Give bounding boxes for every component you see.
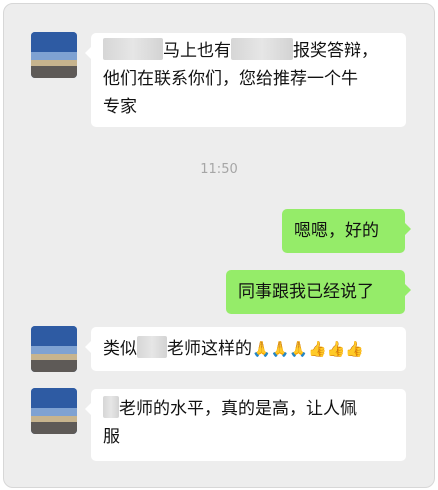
message-bubble-1[interactable]: 马上也有 报奖答辩， 他们在联系你们，您给推荐一个牛 专家 [85, 33, 406, 127]
contact-avatar[interactable] [31, 388, 77, 434]
message-text: 报奖答辩， [293, 41, 378, 61]
emoji-sequence: 🙏🙏🙏👍👍👍 [252, 340, 365, 358]
avatar-image [31, 32, 77, 78]
contact-avatar[interactable] [31, 32, 77, 78]
message-bubble-2[interactable]: 嗯嗯，好的 [282, 209, 411, 253]
chat-window: 马上也有 报奖答辩， 他们在联系你们，您给推荐一个牛 专家 11:50 嗯嗯，好的… [3, 3, 435, 488]
redacted-text [137, 336, 167, 358]
redacted-text [103, 396, 119, 418]
avatar-image [31, 388, 77, 434]
message-bubble-4[interactable]: 类似 老师这样的🙏🙏🙏👍👍👍 [85, 327, 406, 371]
contact-avatar[interactable] [31, 326, 77, 372]
message-bubble-3[interactable]: 同事跟我已经说了 [226, 270, 411, 314]
message-text: 类似 [103, 339, 137, 359]
message-text: 老师这样的 [167, 339, 252, 359]
timestamp: 11:50 [200, 162, 238, 177]
avatar-image [31, 326, 77, 372]
message-text: 同事跟我已经说了 [238, 282, 374, 302]
message-text: 他们在联系你们，您给推荐一个牛 [103, 69, 358, 89]
message-text: 马上也有 [163, 41, 231, 61]
redacted-text [103, 38, 163, 60]
redacted-text [231, 38, 293, 60]
message-text: 专家 [103, 97, 137, 117]
message-bubble-5[interactable]: 老师的水平，真的是高，让人佩 服 [85, 389, 406, 461]
message-text: 服 [103, 427, 120, 447]
message-text: 老师的水平，真的是高，让人佩 [119, 399, 357, 419]
message-text: 嗯嗯，好的 [294, 221, 379, 241]
